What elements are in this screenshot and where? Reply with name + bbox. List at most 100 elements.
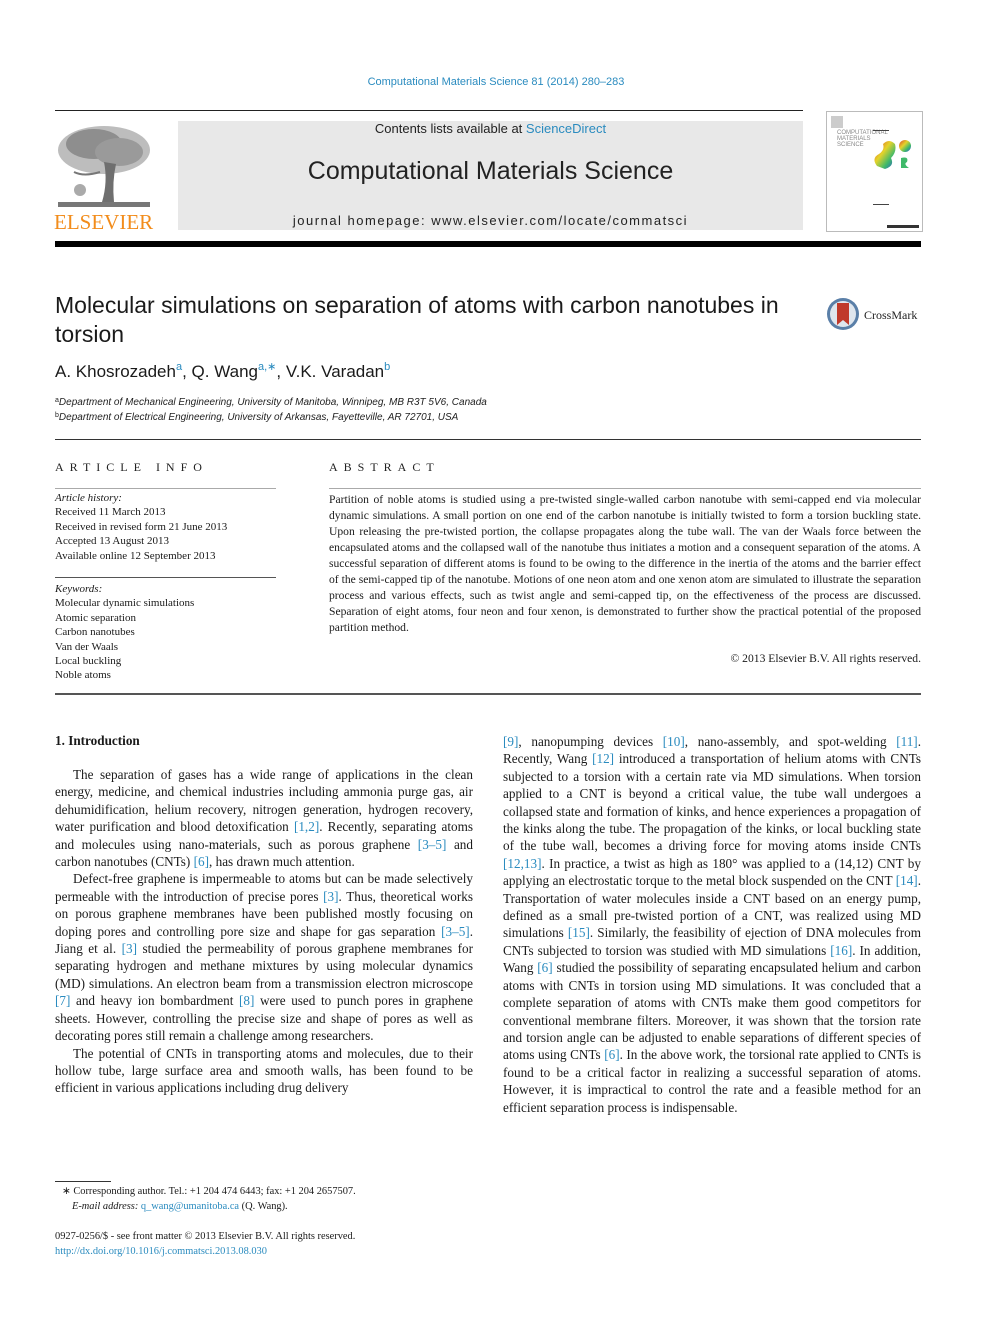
issn-line: 0927-0256/$ - see front matter © 2013 El…: [55, 1231, 356, 1242]
body-column-right: [9], nanopumping devices [10], nano-asse…: [503, 733, 921, 1116]
keywords-label: Keywords:: [55, 583, 103, 595]
citation-link[interactable]: [12,13]: [503, 856, 541, 871]
citation-link[interactable]: [6]: [194, 854, 209, 869]
abstract-copyright: © 2013 Elsevier B.V. All rights reserved…: [730, 652, 921, 665]
citation-link[interactable]: [1,2]: [294, 819, 319, 834]
affiliation-item: bDepartment of Electrical Engineering, U…: [55, 410, 487, 425]
history-item: Available online 12 September 2013: [55, 549, 216, 562]
author-separator: ,: [276, 362, 286, 381]
homepage-url-link[interactable]: www.elsevier.com/locate/commatsci: [431, 213, 688, 228]
history-item: Received 11 March 2013: [55, 506, 166, 519]
footnote-divider: [55, 1181, 111, 1182]
citation-link[interactable]: [12]: [592, 751, 614, 766]
front-matter: 0927-0256/$ - see front matter © 2013 El…: [55, 1230, 355, 1259]
cover-rule-bottom: [873, 204, 889, 205]
abstract-text: Partition of noble atoms is studied usin…: [329, 493, 921, 634]
keyword-item: Van der Waals: [55, 640, 119, 653]
cover-art-icon: [874, 140, 911, 169]
affiliation-text: Department of Electrical Engineering, Un…: [58, 412, 459, 423]
doi-link[interactable]: http://dx.doi.org/10.1016/j.commatsci.20…: [55, 1245, 355, 1260]
journal-banner: Contents lists available at ScienceDirec…: [178, 121, 803, 230]
header-divider: [55, 110, 803, 111]
body-paragraph: The potential of CNTs in transporting at…: [55, 1045, 473, 1097]
history-item: Accepted 13 August 2013: [55, 535, 169, 548]
affiliation-item: aDepartment of Mechanical Engineering, U…: [55, 395, 487, 410]
body-text: , nano-assembly, and spot-welding: [684, 734, 897, 749]
footnote-marker: ∗: [62, 1186, 71, 1197]
elsevier-logo[interactable]: ELSEVIER: [52, 118, 156, 234]
keyword-item: Noble atoms: [55, 669, 111, 682]
keyword-item: Atomic separation: [55, 611, 136, 624]
header-thick-divider: [55, 241, 921, 247]
journal-homepage: journal homepage: www.elsevier.com/locat…: [178, 213, 803, 228]
citation-link[interactable]: [15]: [568, 925, 590, 940]
article-history: Article history: Received 11 March 2013 …: [55, 491, 227, 563]
affiliations: aDepartment of Mechanical Engineering, U…: [55, 395, 487, 425]
citation-link[interactable]: [3–5]: [418, 837, 447, 852]
crossmark-icon: [827, 298, 859, 330]
author-separator: ,: [182, 362, 192, 381]
article-info-divider: [55, 488, 276, 489]
keyword-item: Local buckling: [55, 655, 122, 668]
homepage-prefix: journal homepage:: [292, 213, 432, 228]
body-text: and heavy ion bombardment: [70, 993, 239, 1009]
body-text: . In practice, a twist as high as 180° w…: [503, 855, 921, 889]
history-label: Article history:: [55, 492, 122, 504]
citation-link[interactable]: [3]: [323, 889, 338, 904]
citation-link[interactable]: [3–5]: [441, 924, 470, 939]
author-affiliation-mark[interactable]: b: [384, 361, 390, 373]
citation-link[interactable]: [6]: [537, 960, 552, 975]
body-paragraph: Defect-free graphene is impermeable to a…: [55, 870, 473, 1044]
citation-link[interactable]: [7]: [55, 993, 70, 1008]
keyword-item: Molecular dynamic simulations: [55, 597, 195, 610]
cover-publisher-icon: [831, 116, 843, 128]
crossmark-button[interactable]: CrossMark: [826, 297, 926, 333]
email-label: E-mail address:: [72, 1200, 141, 1212]
body-text: , nanopumping devices: [518, 734, 663, 749]
keywords-divider: [55, 577, 276, 578]
elsevier-tree-icon: [58, 126, 150, 207]
body-paragraph: The separation of gases has a wide range…: [55, 766, 473, 870]
citation-link[interactable]: [6]: [604, 1047, 619, 1062]
author-list: A. Khosrozadeha, Q. Wanga,∗, V.K. Varada…: [55, 362, 390, 382]
footnote-contact: Corresponding author. Tel.: +1 204 474 6…: [70, 1186, 356, 1197]
crossmark-label: CrossMark: [864, 308, 918, 322]
body-paragraph: [9], nanopumping devices [10], nano-asse…: [503, 733, 921, 1116]
cover-footer-mark: [887, 225, 919, 228]
citation-link[interactable]: [14]: [896, 873, 918, 888]
citation-link[interactable]: [9]: [503, 734, 518, 749]
author-name[interactable]: Q. Wang: [192, 362, 258, 381]
elsevier-wordmark: ELSEVIER: [54, 210, 154, 234]
author-affiliation-mark[interactable]: a,∗: [258, 361, 276, 373]
email-link[interactable]: q_wang@umanitoba.ca: [141, 1201, 239, 1212]
abstract-divider: [329, 488, 921, 489]
journal-citation-link[interactable]: Computational Materials Science 81 (2014…: [0, 76, 992, 88]
contents-prefix: Contents lists available at: [374, 121, 526, 136]
citation-link[interactable]: [11]: [896, 734, 917, 749]
journal-name: Computational Materials Science: [307, 157, 674, 185]
citation-link[interactable]: [8]: [239, 993, 254, 1008]
abstract-heading: ABSTRACT: [329, 460, 440, 474]
sciencedirect-link[interactable]: ScienceDirect: [526, 121, 606, 136]
body-text: , has drawn much attention.: [209, 854, 355, 870]
citation-link[interactable]: [3]: [122, 941, 137, 956]
keywords: Keywords: Molecular dynamic simulations …: [55, 582, 194, 683]
body-text: The potential of CNTs in transporting at…: [55, 1045, 473, 1096]
body-column-left: The separation of gases has a wide range…: [55, 766, 473, 1097]
article-info-heading: ARTICLE INFO: [55, 460, 208, 474]
author-name[interactable]: A. Khosrozadeh: [55, 362, 176, 381]
citation-link[interactable]: [16]: [830, 943, 852, 958]
cover-rule-top: [873, 130, 889, 131]
footnote-line: E-mail address: q_wang@umanitoba.ca (Q. …: [62, 1200, 356, 1215]
contents-availability: Contents lists available at ScienceDirec…: [178, 121, 803, 136]
corresponding-author-footnote: ∗ Corresponding author. Tel.: +1 204 474…: [62, 1185, 356, 1214]
email-suffix: (Q. Wang).: [239, 1200, 288, 1212]
journal-cover-thumbnail[interactable]: COMPUTATIONAL MATERIALS SCIENCE: [826, 111, 923, 232]
footnote-line: ∗ Corresponding author. Tel.: +1 204 474…: [62, 1185, 356, 1200]
section-heading-introduction: 1. Introduction: [55, 733, 140, 748]
author-name[interactable]: V.K. Varadan: [286, 362, 384, 381]
affiliation-divider: [55, 439, 921, 440]
affiliation-text: Department of Mechanical Engineering, Un…: [58, 397, 487, 408]
citation-link[interactable]: [10]: [663, 734, 685, 749]
keyword-item: Carbon nanotubes: [55, 626, 135, 639]
